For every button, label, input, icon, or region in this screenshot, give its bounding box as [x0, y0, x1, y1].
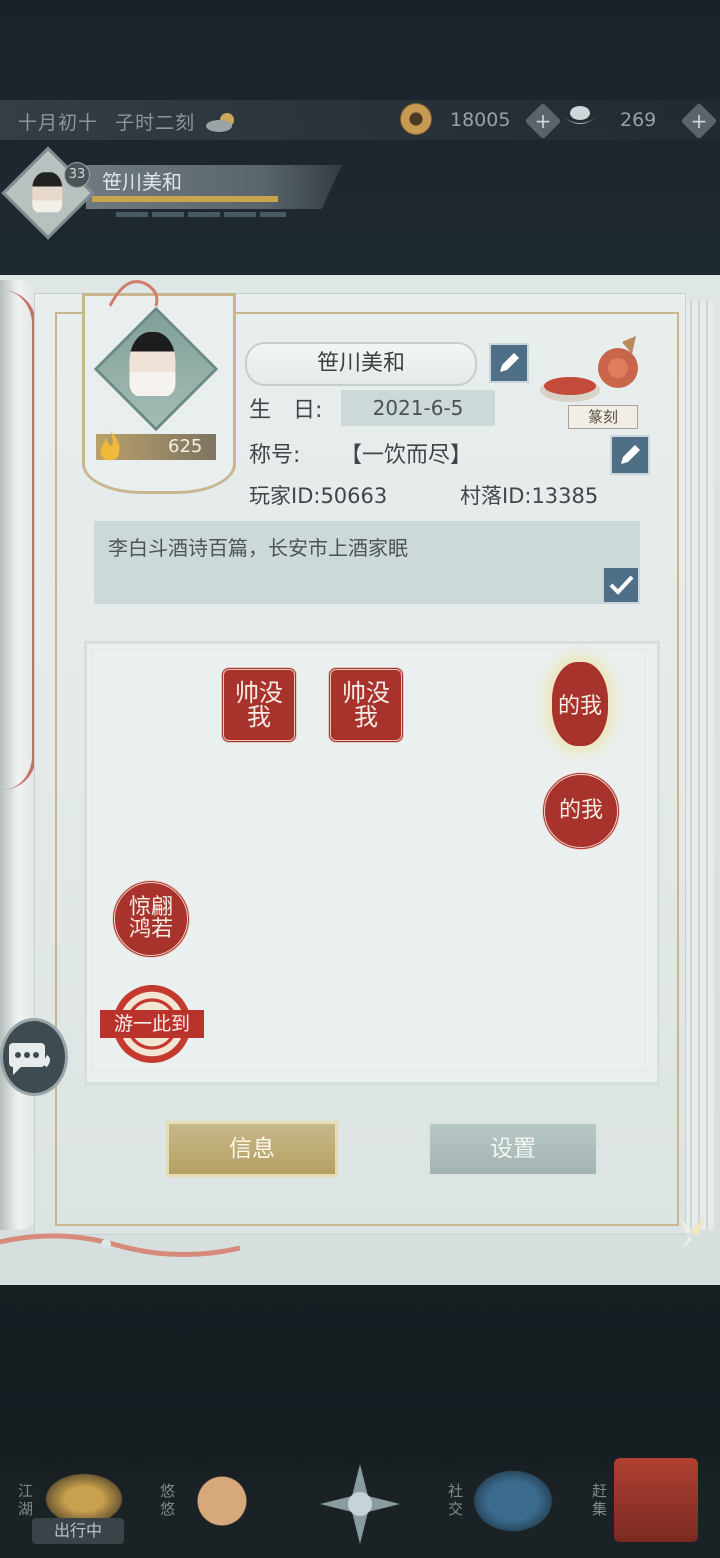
game-date: 十月初十 子时二刻 — [18, 108, 195, 135]
chat-button[interactable] — [0, 1018, 68, 1096]
crane-icon[interactable] — [182, 1466, 262, 1536]
date-text: 十月初十 — [18, 112, 99, 134]
seal-stamp[interactable]: 的我 — [552, 662, 608, 746]
page-edges — [684, 300, 714, 1230]
copper-coin-icon — [400, 103, 432, 135]
outing-status-badge[interactable]: 出行中 — [32, 1518, 124, 1544]
birthday-value: 2021-6-5 — [341, 390, 495, 426]
butterfly-icon — [680, 1216, 704, 1248]
seal-stamp[interactable]: 惊翩 鸿若 — [112, 880, 190, 958]
edit-name-button[interactable] — [489, 343, 529, 383]
player-id: 玩家ID:50663 — [249, 484, 388, 508]
seal-stamp[interactable]: 帅没 我 — [328, 667, 404, 743]
nav-label-social[interactable]: 社交 — [448, 1482, 466, 1518]
fire-icon — [100, 430, 120, 461]
hanging-cord-icon — [108, 280, 159, 307]
seal-stamp[interactable]: 帅没 我 — [221, 667, 297, 743]
time-text: 子时二刻 — [115, 112, 196, 134]
village-id: 村落ID:13385 — [460, 484, 599, 508]
silver-ingot-icon — [562, 106, 598, 124]
market-basket-icon[interactable] — [614, 1458, 698, 1542]
pencil-icon — [621, 445, 640, 464]
player-level-badge: 33 — [64, 162, 90, 188]
silver-ingot-count: 269 — [620, 109, 657, 131]
popularity-value: 625 — [168, 436, 203, 457]
bottom-ribbon-decoration — [0, 1233, 241, 1257]
add-coins-button[interactable]: + — [524, 102, 562, 140]
tab-info[interactable]: 信息 — [166, 1121, 338, 1177]
player-name: 笹川美和 — [102, 170, 182, 194]
confirm-signature-button[interactable] — [602, 566, 640, 604]
player-avatar[interactable] — [1, 146, 95, 240]
nav-label-jianghu[interactable]: 江湖 — [18, 1482, 36, 1518]
seal-stamp-text: 游一此到 — [100, 1010, 204, 1038]
seal-carving-label[interactable]: 篆刻 — [568, 405, 638, 429]
seal-stamp[interactable]: 的我 — [542, 772, 620, 850]
nav-label-youyou[interactable]: 悠悠 — [160, 1482, 178, 1518]
tab-settings[interactable]: 设置 — [427, 1121, 599, 1177]
checkmark-icon — [609, 575, 634, 595]
wave-icon[interactable] — [468, 1466, 558, 1536]
title-label: 称号: — [249, 443, 301, 468]
copper-coin-count: 18005 — [450, 109, 511, 131]
bookmark-ribbon — [2, 290, 36, 790]
experience-bar — [92, 196, 278, 202]
center-compass-icon[interactable] — [318, 1462, 402, 1546]
add-ingots-button[interactable]: + — [680, 102, 718, 140]
birthday-label: 生 日: — [249, 398, 323, 423]
character-name-field: 笹川美和 — [245, 342, 477, 386]
signature-text: 李白斗酒诗百篇，长安市上酒家眠 — [108, 536, 408, 560]
pencil-icon — [500, 353, 519, 372]
cloudy-sun-icon — [206, 113, 234, 132]
stamina-bar — [116, 212, 286, 217]
edit-title-button[interactable] — [610, 435, 650, 475]
title-value: 【一饮而尽】 — [340, 443, 473, 468]
chat-bubble-icon — [9, 1043, 50, 1075]
nav-label-fair[interactable]: 赶集 — [592, 1482, 610, 1518]
